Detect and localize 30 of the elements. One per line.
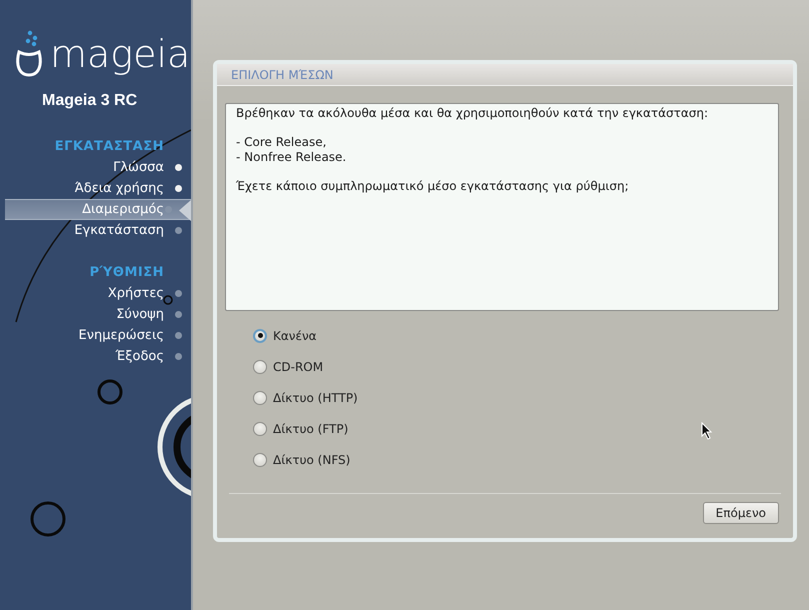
message-text: Βρέθηκαν τα ακόλουθα μέσα και θα χρησιμοποιηθούν κατά την εγκατάσταση: [236,106,710,121]
mouse-cursor-icon [701,422,713,440]
radio-button[interactable] [253,328,267,342]
radio-option[interactable]: Κανένα [253,320,793,351]
step-item: Εγκατάσταση [0,220,191,241]
radio-button[interactable] [253,452,267,466]
message-text: Έχετε κάποιο συμπληρωματικό μέσο εγκατάστασης για ρύθμιση; [236,179,630,194]
step-item: Έξοδος [0,346,191,367]
radio-option[interactable]: Δίκτυο (NFS) [253,444,793,475]
product-name: Mageia 3 RC [42,92,138,110]
step-item: Σύνοψη [0,304,191,325]
step-item: Χρήστες [0,283,191,304]
radio-option[interactable]: CD-ROM [253,351,793,382]
next-button[interactable]: Επόμενο [702,502,779,524]
logo-text: mageia [50,35,190,73]
radio-option[interactable]: Δίκτυο (HTTP) [253,382,793,413]
step-item: Άδεια χρήσης [0,178,191,199]
step-item: Διαμερισμός [5,199,191,220]
step-item: Ενημερώσεις [0,325,191,346]
cauldron-icon [14,29,44,79]
pointer-icon [179,200,191,221]
radio-button[interactable] [253,360,267,374]
panel-title: ΕΠΙΛΟΓΗ ΜΈΣΩΝ [231,68,334,82]
section-heading: ΕΓΚΑΤΑΣΤΑΣΗ [54,139,165,154]
radio-button[interactable] [253,422,267,436]
radio-button[interactable] [253,390,267,404]
section-heading: ΡΎΘΜΙΣΗ [88,265,165,280]
radio-option[interactable]: Δίκτυο (FTP) [253,413,793,444]
message-text: - Core Release, - Nonfree Release. [236,135,348,165]
step-item: Γλώσσα [0,157,191,178]
